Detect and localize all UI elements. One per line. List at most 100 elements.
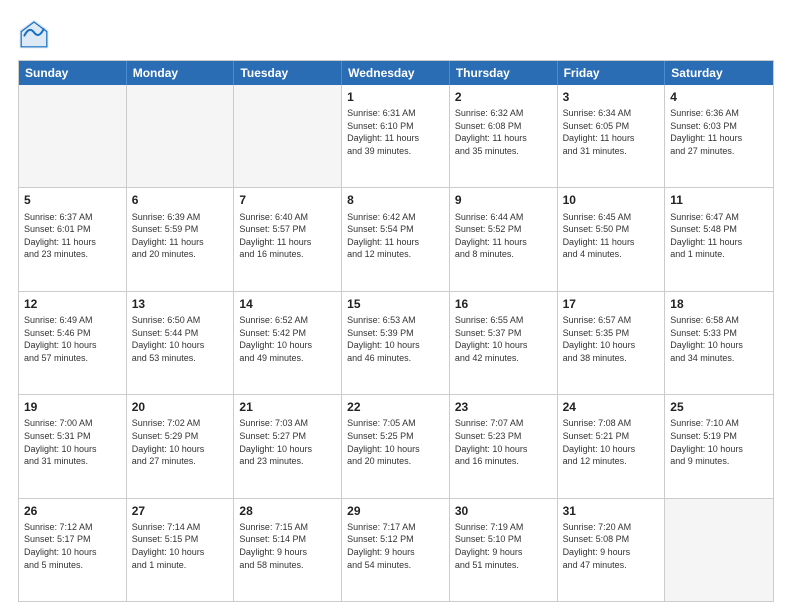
empty-cell-0-0 — [19, 85, 127, 187]
day-cell-28: 28Sunrise: 7:15 AM Sunset: 5:14 PM Dayli… — [234, 499, 342, 601]
day-cell-19: 19Sunrise: 7:00 AM Sunset: 5:31 PM Dayli… — [19, 395, 127, 497]
day-number: 23 — [455, 399, 552, 415]
day-info: Sunrise: 6:39 AM Sunset: 5:59 PM Dayligh… — [132, 211, 229, 261]
weekday-header-tuesday: Tuesday — [234, 61, 342, 85]
day-number: 8 — [347, 192, 444, 208]
day-number: 7 — [239, 192, 336, 208]
calendar-body: 1Sunrise: 6:31 AM Sunset: 6:10 PM Daylig… — [19, 85, 773, 601]
day-cell-24: 24 Sunrise: 7:08 AM Sunset: 5:21 PM Dayli… — [558, 395, 666, 497]
day-info: Sunrise: 6:52 AM Sunset: 5:42 PM Dayligh… — [239, 314, 336, 364]
calendar-row-0: 1Sunrise: 6:31 AM Sunset: 6:10 PM Daylig… — [19, 85, 773, 187]
day-number: 24 — [563, 399, 660, 415]
day-info: Sunrise: 7:07 AM Sunset: 5:23 PM Dayligh… — [455, 417, 552, 467]
day-number: 9 — [455, 192, 552, 208]
weekday-header-thursday: Thursday — [450, 61, 558, 85]
day-number: 30 — [455, 503, 552, 519]
day-number: 25 — [670, 399, 768, 415]
calendar-row-3: 19Sunrise: 7:00 AM Sunset: 5:31 PM Dayli… — [19, 394, 773, 497]
day-number: 5 — [24, 192, 121, 208]
day-cell-18: 18 Sunrise: 6:58 AM Sunset: 5:33 PM Dayli… — [665, 292, 773, 394]
day-info: Sunrise: 7:12 AM Sunset: 5:17 PM Dayligh… — [24, 521, 121, 571]
logo — [18, 18, 56, 50]
day-cell-20: 20 Sunrise: 7:02 AM Sunset: 5:29 PM Dayli… — [127, 395, 235, 497]
day-cell-5: 5 Sunrise: 6:37 AM Sunset: 6:01 PM Daylig… — [19, 188, 127, 290]
day-cell-4: 4 Sunrise: 6:36 AM Sunset: 6:03 PM Daylig… — [665, 85, 773, 187]
empty-cell-4-6 — [665, 499, 773, 601]
day-number: 15 — [347, 296, 444, 312]
day-cell-13: 13Sunrise: 6:50 AM Sunset: 5:44 PM Dayli… — [127, 292, 235, 394]
day-info: Sunrise: 6:49 AM Sunset: 5:46 PM Dayligh… — [24, 314, 121, 364]
day-cell-22: 22Sunrise: 7:05 AM Sunset: 5:25 PM Dayli… — [342, 395, 450, 497]
day-number: 10 — [563, 192, 660, 208]
day-cell-23: 23 Sunrise: 7:07 AM Sunset: 5:23 PM Dayli… — [450, 395, 558, 497]
day-number: 31 — [563, 503, 660, 519]
day-number: 2 — [455, 89, 552, 105]
day-cell-17: 17Sunrise: 6:57 AM Sunset: 5:35 PM Dayli… — [558, 292, 666, 394]
day-info: Sunrise: 6:34 AM Sunset: 6:05 PM Dayligh… — [563, 107, 660, 157]
day-number: 14 — [239, 296, 336, 312]
day-number: 17 — [563, 296, 660, 312]
day-info: Sunrise: 6:32 AM Sunset: 6:08 PM Dayligh… — [455, 107, 552, 157]
day-number: 18 — [670, 296, 768, 312]
calendar-row-4: 26 Sunrise: 7:12 AM Sunset: 5:17 PM Dayli… — [19, 498, 773, 601]
day-cell-26: 26 Sunrise: 7:12 AM Sunset: 5:17 PM Dayli… — [19, 499, 127, 601]
day-number: 1 — [347, 89, 444, 105]
day-info: Sunrise: 7:00 AM Sunset: 5:31 PM Dayligh… — [24, 417, 121, 467]
day-cell-11: 11 Sunrise: 6:47 AM Sunset: 5:48 PM Dayli… — [665, 188, 773, 290]
day-cell-1: 1Sunrise: 6:31 AM Sunset: 6:10 PM Daylig… — [342, 85, 450, 187]
day-number: 29 — [347, 503, 444, 519]
day-info: Sunrise: 6:53 AM Sunset: 5:39 PM Dayligh… — [347, 314, 444, 364]
day-info: Sunrise: 7:10 AM Sunset: 5:19 PM Dayligh… — [670, 417, 768, 467]
weekday-header-saturday: Saturday — [665, 61, 773, 85]
day-info: Sunrise: 6:44 AM Sunset: 5:52 PM Dayligh… — [455, 211, 552, 261]
logo-icon — [18, 18, 50, 50]
day-cell-2: 2 Sunrise: 6:32 AM Sunset: 6:08 PM Daylig… — [450, 85, 558, 187]
day-info: Sunrise: 7:08 AM Sunset: 5:21 PM Dayligh… — [563, 417, 660, 467]
day-info: Sunrise: 7:14 AM Sunset: 5:15 PM Dayligh… — [132, 521, 229, 571]
page: SundayMondayTuesdayWednesdayThursdayFrid… — [0, 0, 792, 612]
day-number: 12 — [24, 296, 121, 312]
calendar-row-2: 12 Sunrise: 6:49 AM Sunset: 5:46 PM Dayli… — [19, 291, 773, 394]
day-info: Sunrise: 6:58 AM Sunset: 5:33 PM Dayligh… — [670, 314, 768, 364]
calendar-header: SundayMondayTuesdayWednesdayThursdayFrid… — [19, 61, 773, 85]
day-info: Sunrise: 6:42 AM Sunset: 5:54 PM Dayligh… — [347, 211, 444, 261]
header — [18, 18, 774, 50]
day-cell-9: 9 Sunrise: 6:44 AM Sunset: 5:52 PM Daylig… — [450, 188, 558, 290]
day-info: Sunrise: 7:03 AM Sunset: 5:27 PM Dayligh… — [239, 417, 336, 467]
day-cell-25: 25 Sunrise: 7:10 AM Sunset: 5:19 PM Dayli… — [665, 395, 773, 497]
day-cell-12: 12 Sunrise: 6:49 AM Sunset: 5:46 PM Dayli… — [19, 292, 127, 394]
day-cell-3: 3Sunrise: 6:34 AM Sunset: 6:05 PM Daylig… — [558, 85, 666, 187]
calendar: SundayMondayTuesdayWednesdayThursdayFrid… — [18, 60, 774, 602]
day-cell-30: 30 Sunrise: 7:19 AM Sunset: 5:10 PM Dayli… — [450, 499, 558, 601]
day-info: Sunrise: 6:40 AM Sunset: 5:57 PM Dayligh… — [239, 211, 336, 261]
day-cell-27: 27Sunrise: 7:14 AM Sunset: 5:15 PM Dayli… — [127, 499, 235, 601]
day-number: 16 — [455, 296, 552, 312]
day-info: Sunrise: 6:45 AM Sunset: 5:50 PM Dayligh… — [563, 211, 660, 261]
day-info: Sunrise: 6:50 AM Sunset: 5:44 PM Dayligh… — [132, 314, 229, 364]
day-cell-21: 21 Sunrise: 7:03 AM Sunset: 5:27 PM Dayli… — [234, 395, 342, 497]
day-info: Sunrise: 7:20 AM Sunset: 5:08 PM Dayligh… — [563, 521, 660, 571]
day-number: 21 — [239, 399, 336, 415]
day-info: Sunrise: 6:55 AM Sunset: 5:37 PM Dayligh… — [455, 314, 552, 364]
weekday-header-wednesday: Wednesday — [342, 61, 450, 85]
day-number: 22 — [347, 399, 444, 415]
day-info: Sunrise: 6:37 AM Sunset: 6:01 PM Dayligh… — [24, 211, 121, 261]
day-cell-6: 6 Sunrise: 6:39 AM Sunset: 5:59 PM Daylig… — [127, 188, 235, 290]
weekday-header-sunday: Sunday — [19, 61, 127, 85]
day-number: 6 — [132, 192, 229, 208]
day-number: 28 — [239, 503, 336, 519]
day-info: Sunrise: 7:19 AM Sunset: 5:10 PM Dayligh… — [455, 521, 552, 571]
day-cell-31: 31 Sunrise: 7:20 AM Sunset: 5:08 PM Dayli… — [558, 499, 666, 601]
day-info: Sunrise: 6:47 AM Sunset: 5:48 PM Dayligh… — [670, 211, 768, 261]
day-info: Sunrise: 6:36 AM Sunset: 6:03 PM Dayligh… — [670, 107, 768, 157]
day-number: 26 — [24, 503, 121, 519]
day-cell-16: 16 Sunrise: 6:55 AM Sunset: 5:37 PM Dayli… — [450, 292, 558, 394]
day-cell-7: 7 Sunrise: 6:40 AM Sunset: 5:57 PM Daylig… — [234, 188, 342, 290]
day-number: 4 — [670, 89, 768, 105]
day-number: 11 — [670, 192, 768, 208]
day-cell-15: 15 Sunrise: 6:53 AM Sunset: 5:39 PM Dayli… — [342, 292, 450, 394]
day-info: Sunrise: 7:02 AM Sunset: 5:29 PM Dayligh… — [132, 417, 229, 467]
day-cell-29: 29Sunrise: 7:17 AM Sunset: 5:12 PM Dayli… — [342, 499, 450, 601]
day-number: 20 — [132, 399, 229, 415]
empty-cell-0-2 — [234, 85, 342, 187]
